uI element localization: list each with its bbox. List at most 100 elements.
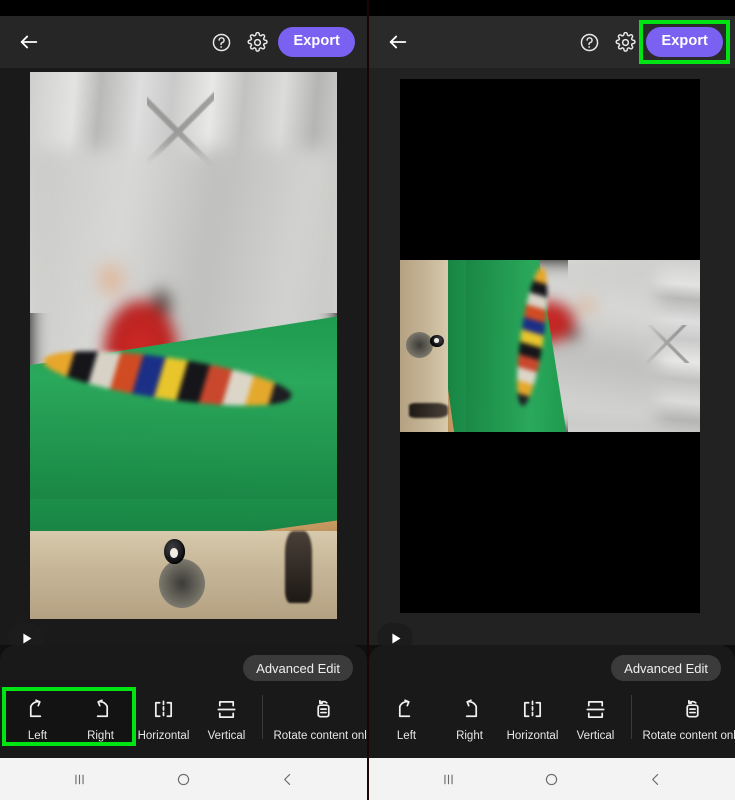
scene-eight-ball <box>430 334 444 347</box>
rotate-tool-group: Left Right <box>2 687 136 746</box>
tool-rotate-content-only[interactable]: Rotate content only <box>636 691 735 742</box>
advanced-edit-button[interactable]: Advanced Edit <box>243 655 353 681</box>
help-button[interactable] <box>206 27 236 57</box>
play-icon <box>22 633 31 643</box>
advanced-edit-button[interactable]: Advanced Edit <box>611 655 721 681</box>
scene-pocket <box>406 332 433 359</box>
tool-label: Left <box>27 730 48 742</box>
rotate-left-glyph <box>395 695 418 723</box>
flip-horizontal-glyph <box>521 695 544 723</box>
play-icon <box>391 633 400 643</box>
play-button[interactable] <box>8 623 44 645</box>
recents-icon <box>444 774 453 784</box>
export-button-wrap-right: Export <box>639 20 730 64</box>
video-preview-letterbox[interactable] <box>400 79 700 613</box>
home-button[interactable] <box>163 759 203 799</box>
rotate-content-glyph <box>312 695 335 723</box>
tool-rotate-left[interactable]: Left <box>6 691 69 742</box>
back-button[interactable] <box>381 25 415 59</box>
tool-separator <box>631 694 632 739</box>
tool-flip-vertical[interactable]: Vertical <box>564 691 627 742</box>
video-preview-stage-right[interactable] <box>369 68 735 645</box>
recents-button[interactable] <box>60 759 100 799</box>
tool-rotate-right[interactable]: Right <box>438 691 501 742</box>
chevron-left-icon <box>283 773 290 785</box>
home-circle-icon <box>177 773 190 785</box>
chevron-left-icon <box>651 773 659 785</box>
settings-button[interactable] <box>610 27 640 57</box>
gear-icon <box>615 31 636 52</box>
arrow-left-icon <box>20 35 38 49</box>
rotate-left-icon <box>398 698 411 717</box>
tool-label: Right <box>456 730 483 742</box>
rotate-right-icon <box>96 698 109 717</box>
rotate-tool-group: Left Right <box>375 691 501 742</box>
status-bar-left <box>0 0 367 16</box>
tool-label: Horizontal <box>506 730 559 742</box>
tool-label: Vertical <box>207 730 246 742</box>
video-preview-landscape <box>400 260 700 432</box>
home-button[interactable] <box>532 759 572 799</box>
panel-after: Export Advanced Edit Left Right Horizont… <box>367 0 735 800</box>
scene-balls <box>510 264 554 410</box>
recents-button[interactable] <box>429 759 469 799</box>
recents-icon <box>75 774 84 784</box>
rotate-right-glyph <box>458 695 481 723</box>
rotate-content-icon <box>685 699 699 718</box>
nav-back-button[interactable] <box>635 759 675 799</box>
tool-flip-horizontal[interactable]: Horizontal <box>501 691 564 742</box>
advanced-edit-row-left: Advanced Edit <box>0 655 367 683</box>
scene-pocket <box>158 558 205 609</box>
export-button[interactable]: Export <box>646 27 723 57</box>
video-preview-stage-left[interactable] <box>0 68 367 645</box>
tool-flip-horizontal[interactable]: Horizontal <box>132 691 195 742</box>
rotate-content-icon <box>316 699 330 718</box>
video-frame-content-rotated <box>400 260 700 432</box>
export-button[interactable]: Export <box>278 27 355 57</box>
scene-table-leg <box>284 531 313 603</box>
rotate-left-glyph <box>26 695 49 723</box>
play-button[interactable] <box>377 623 413 645</box>
status-bar-right <box>369 0 735 16</box>
rotate-right-glyph <box>89 695 112 723</box>
scene-eight-ball <box>163 539 186 565</box>
settings-button[interactable] <box>242 27 272 57</box>
gear-icon <box>247 31 268 52</box>
tool-rotate-right[interactable]: Right <box>69 691 132 742</box>
edit-tools-sheet-right: Advanced Edit Left Right Horizontal Vert… <box>369 645 735 758</box>
back-button[interactable] <box>12 25 46 59</box>
tool-label: Left <box>396 730 417 742</box>
rotate-left-icon <box>29 698 42 717</box>
rotate-content-glyph <box>681 695 704 723</box>
flip-vertical-icon <box>217 700 236 718</box>
flip-horizontal-icon <box>154 699 173 719</box>
help-button[interactable] <box>574 27 604 57</box>
help-circle-icon <box>212 33 231 51</box>
app-bar-right: Export <box>369 16 735 68</box>
video-frame-content <box>400 260 700 432</box>
panel-before: Export Advanced Edit Left Right Horizont… <box>0 0 367 800</box>
arrow-left-icon <box>389 35 407 49</box>
tool-flip-vertical[interactable]: Vertical <box>195 691 258 742</box>
tool-rotate-content-only[interactable]: Rotate content only <box>267 691 367 742</box>
help-circle-icon <box>580 33 599 51</box>
tool-separator <box>262 694 263 739</box>
tool-label: Rotate content only <box>642 730 735 742</box>
tool-rotate-left[interactable]: Left <box>375 691 438 742</box>
video-frame-content <box>30 72 337 619</box>
tool-row-right: Left Right Horizontal Vertical Rotate co… <box>369 683 735 742</box>
screenshot-root: Export Advanced Edit Left Right Horizont… <box>0 0 735 800</box>
nav-back-button[interactable] <box>267 759 307 799</box>
scene-table-leg <box>409 402 448 419</box>
tool-label: Rotate content only <box>273 730 367 742</box>
android-nav-bar-right <box>369 758 735 800</box>
flip-vertical-glyph <box>215 695 238 723</box>
tool-row-left: Left Right Horizontal Vertical Rotate co… <box>0 683 367 746</box>
flip-horizontal-icon <box>523 699 542 719</box>
home-circle-icon <box>546 773 558 785</box>
flip-vertical-glyph <box>584 695 607 723</box>
video-preview-portrait[interactable] <box>30 72 337 619</box>
scene-balls <box>37 340 297 418</box>
advanced-edit-row-right: Advanced Edit <box>369 655 735 683</box>
app-bar-left: Export <box>0 16 367 68</box>
